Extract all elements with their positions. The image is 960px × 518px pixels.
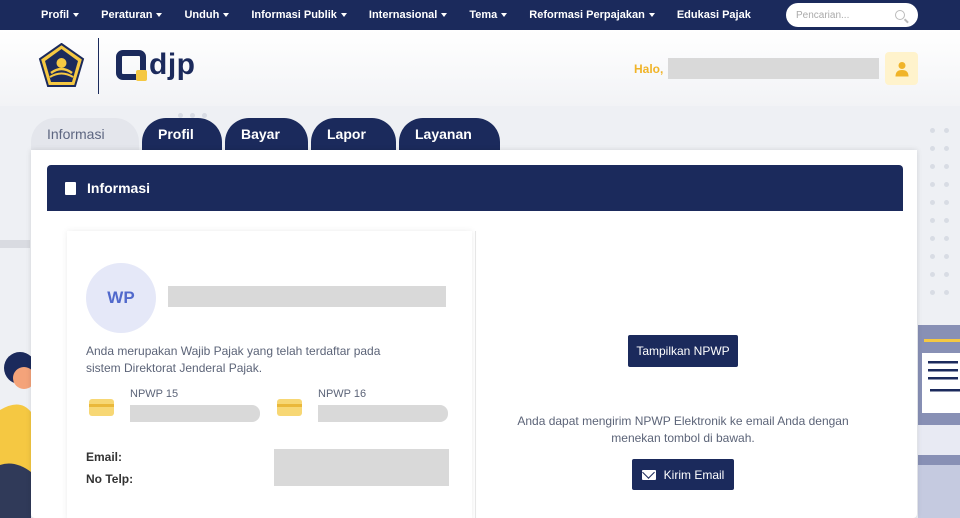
npwp15-value-redacted <box>130 405 260 422</box>
tab-label: Layanan <box>415 126 472 142</box>
caret-down-icon <box>340 13 347 17</box>
npwp15-label: NPWP 15 <box>130 388 179 400</box>
nav-informasi-publik[interactable]: Informasi Publik <box>251 9 347 21</box>
nav-label: Edukasi Pajak <box>676 9 751 21</box>
send-email-button[interactable]: Kirim Email <box>632 459 734 490</box>
npwp16-value-redacted <box>318 405 448 422</box>
djp-logo-text: djp <box>149 48 196 81</box>
npwp16-label: NPWP 16 <box>318 388 367 400</box>
send-email-label: Kirim Email <box>663 467 725 482</box>
caret-down-icon <box>223 13 230 17</box>
nav-peraturan[interactable]: Peraturan <box>101 9 163 21</box>
tab-lapor[interactable]: Lapor <box>311 118 396 150</box>
nav-label: Unduh <box>184 9 220 21</box>
card-icon <box>89 399 114 416</box>
nav-reformasi-perpajakan[interactable]: Reformasi Perpajakan <box>529 9 655 21</box>
tab-informasi[interactable]: Informasi <box>31 118 139 150</box>
taxpayer-profile-panel: WP Anda merupakan Wajib Pajak yang telah… <box>67 231 472 518</box>
nav-label: Peraturan <box>101 9 153 21</box>
caret-down-icon <box>648 13 655 17</box>
logo-divider <box>98 38 99 94</box>
search-icon[interactable] <box>895 10 905 20</box>
person-illustration <box>0 352 31 518</box>
user-name-redacted <box>668 58 879 79</box>
top-navbar: Profil Peraturan Unduh Informasi Publik … <box>0 0 960 30</box>
site-header: djp Halo, <box>0 30 960 106</box>
djp-logo[interactable]: djp <box>116 48 196 82</box>
nav-internasional[interactable]: Internasional <box>368 9 448 21</box>
nav-edukasi-pajak[interactable]: Edukasi Pajak <box>677 9 751 21</box>
envelope-icon <box>641 469 656 480</box>
nav-tema[interactable]: Tema <box>469 9 508 21</box>
tab-label: Bayar <box>241 126 280 142</box>
show-npwp-label: Tampilkan NPWP <box>636 344 730 358</box>
tab-label: Lapor <box>327 126 366 142</box>
email-note: Anda dapat mengirim NPWP Elektronik ke e… <box>517 414 849 445</box>
nav-profil[interactable]: Profil <box>41 9 80 21</box>
contact-values-redacted <box>274 449 449 486</box>
tab-profil[interactable]: Profil <box>142 118 222 150</box>
card-icon <box>277 399 302 416</box>
registration-description: Anda merupakan Wajib Pajak yang telah te… <box>86 344 381 375</box>
nav-unduh[interactable]: Unduh <box>184 9 230 21</box>
document-icon <box>62 181 76 200</box>
search-box <box>786 3 918 27</box>
nav-label: Internasional <box>368 9 438 21</box>
informasi-card: Informasi WP Anda merupakan Wajib Pajak … <box>31 150 917 518</box>
decorative-strip <box>0 240 30 248</box>
tab-layanan[interactable]: Layanan <box>399 118 500 150</box>
phone-label: No Telp: <box>86 472 134 486</box>
card-title: Informasi <box>87 180 151 196</box>
user-menu-button[interactable] <box>885 52 918 85</box>
nav-label: Tema <box>469 9 498 21</box>
tab-label: Profil <box>158 126 194 142</box>
email-label: Email: <box>86 450 123 464</box>
show-npwp-button[interactable]: Tampilkan NPWP <box>628 335 738 367</box>
panel-divider <box>475 231 476 518</box>
kemenkeu-logo[interactable] <box>38 43 85 88</box>
avatar: WP <box>86 263 156 333</box>
tab-label: Informasi <box>47 126 105 142</box>
greeting-text: Halo, <box>634 62 664 76</box>
nav-label: Profil <box>41 9 70 21</box>
djp-logo-icon <box>116 50 147 81</box>
user-icon <box>895 61 908 76</box>
nav-label: Reformasi Perpajakan <box>529 9 645 21</box>
caret-down-icon <box>73 13 80 17</box>
document-illustration <box>918 325 960 518</box>
avatar-initials: WP <box>107 288 135 307</box>
search-input[interactable] <box>796 9 891 21</box>
nav-label: Informasi Publik <box>251 9 337 21</box>
tab-bayar[interactable]: Bayar <box>225 118 308 150</box>
taxpayer-name-redacted <box>168 286 446 307</box>
caret-down-icon <box>441 13 448 17</box>
caret-down-icon <box>156 13 163 17</box>
caret-down-icon <box>501 13 508 17</box>
card-header: Informasi <box>47 165 903 211</box>
